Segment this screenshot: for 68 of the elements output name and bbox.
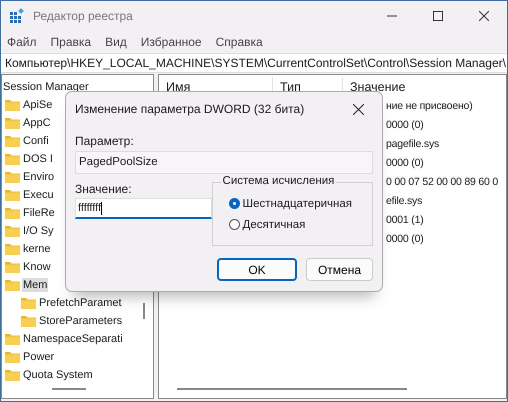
- menu-item[interactable]: Вид: [105, 34, 127, 48]
- tree-item[interactable]: Quota System: [22, 368, 94, 382]
- tree-item[interactable]: StoreParameters: [38, 314, 124, 328]
- tree-item[interactable]: kerne: [22, 242, 52, 256]
- tree-item[interactable]: Mem: [22, 278, 48, 292]
- radio-button[interactable]: [228, 198, 240, 209]
- folder-icon: [5, 135, 20, 147]
- tree-item[interactable]: AppC: [22, 116, 52, 130]
- tree-item[interactable]: Confi: [22, 134, 50, 148]
- address-bar[interactable]: Компьютер\HKEY_LOCAL_MACHINE\SYSTEM\CurrentControlSet\Control\Session Manager\: [1, 53, 507, 73]
- tree-item[interactable]: ApiSe: [22, 98, 54, 112]
- scrollbar-thumb[interactable]: [177, 388, 407, 390]
- radio-label[interactable]: Десятичная: [242, 218, 306, 230]
- window-title: Редактор реестра: [33, 9, 133, 23]
- folder-icon: [5, 117, 20, 129]
- tree-item[interactable]: NamespaceSeparati: [22, 332, 124, 346]
- field-label: Значение:: [75, 182, 133, 196]
- tree-item[interactable]: FileRe: [22, 206, 56, 220]
- folder-icon: [5, 333, 20, 345]
- name-field: PagedPoolSize: [75, 151, 373, 174]
- menu-item[interactable]: Файл: [7, 34, 37, 48]
- tree-item[interactable]: Enviro: [22, 170, 56, 184]
- value-cell: 0000 (0): [386, 233, 424, 245]
- folder-icon: [5, 369, 20, 381]
- value-cell: pagefile.sys: [386, 138, 440, 150]
- tree-item[interactable]: Execu: [22, 188, 55, 202]
- menu-item[interactable]: Справка: [216, 34, 263, 48]
- folder-icon: [5, 189, 20, 201]
- value-cell: ние не присвоено): [386, 100, 472, 112]
- scrollbar-thumb[interactable]: [52, 388, 86, 390]
- value-field[interactable]: ffffffff: [75, 198, 212, 219]
- folder-icon: [5, 261, 20, 273]
- maximize-icon: [433, 11, 443, 21]
- folder-icon: [5, 207, 20, 219]
- value-cell: 0 00 07 52 00 00 89 60 0: [386, 176, 498, 188]
- folder-icon: [5, 351, 20, 363]
- folder-icon: [5, 153, 20, 165]
- tree-item[interactable]: PrefetchParamet: [38, 296, 123, 310]
- tree-item[interactable]: I/O Sy: [22, 224, 55, 238]
- close-icon: [479, 11, 489, 21]
- folder-icon: [5, 99, 20, 111]
- ok-button[interactable]: OK: [217, 258, 297, 281]
- folder-icon: [5, 171, 20, 183]
- field-label: Параметр:: [75, 134, 135, 148]
- menu-item[interactable]: Избранное: [140, 34, 202, 48]
- tree-item[interactable]: Power: [22, 350, 56, 364]
- value-cell: 0000 (0): [386, 119, 424, 131]
- radio-button[interactable]: [228, 219, 240, 230]
- folder-icon: [21, 297, 36, 309]
- dialog-title: Изменение параметра DWORD (32 бита): [75, 102, 304, 116]
- value-cell: 0000 (0): [386, 157, 424, 169]
- folder-icon: [21, 315, 36, 327]
- tree-item[interactable]: Know: [22, 260, 52, 274]
- folder-icon: [5, 243, 20, 255]
- value-cell: 0001 (1): [386, 214, 424, 226]
- folder-icon: [5, 225, 20, 237]
- tree-item[interactable]: Session Manager: [2, 80, 90, 94]
- close-icon: [352, 104, 364, 114]
- column-header[interactable]: Значение: [343, 77, 506, 97]
- menu-item[interactable]: Правка: [50, 34, 92, 48]
- value-cell: efile.sys: [386, 195, 422, 207]
- scrollbar-thumb[interactable]: [143, 303, 145, 319]
- group-title: Система исчисления: [220, 175, 336, 187]
- tree-item[interactable]: DOS I: [22, 152, 54, 166]
- folder-icon: [5, 279, 20, 291]
- registry-editor-icon: [9, 8, 25, 24]
- radio-label[interactable]: Шестнадцатеричная: [242, 198, 352, 210]
- cancel-button[interactable]: Отмена: [306, 258, 373, 281]
